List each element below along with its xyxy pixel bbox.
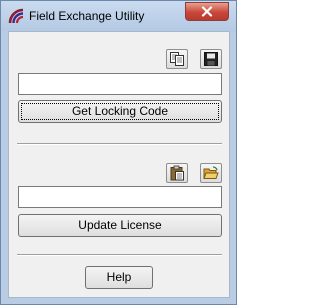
open-button[interactable]: [200, 163, 222, 183]
paste-button[interactable]: [166, 163, 188, 183]
paste-icon: [170, 165, 184, 181]
app-window: Field Exchange Utility Get Locking Code …: [0, 0, 237, 305]
save-icon: [204, 52, 218, 66]
update-license-button[interactable]: Update License: [18, 214, 222, 237]
open-folder-icon: [203, 166, 219, 179]
title-bar[interactable]: Field Exchange Utility: [1, 1, 236, 31]
separator-bottom: [17, 254, 222, 256]
copy-icon: [170, 52, 184, 66]
help-button[interactable]: Help: [85, 266, 153, 289]
separator-top: [17, 143, 222, 145]
close-icon: [201, 6, 213, 17]
license-field[interactable]: [18, 186, 222, 208]
window-title: Field Exchange Utility: [29, 9, 145, 23]
close-button[interactable]: [185, 2, 229, 21]
client-area: Get Locking Code Update License Help: [8, 31, 230, 298]
locking-code-field[interactable]: [18, 73, 222, 95]
app-logo-icon: [8, 8, 24, 24]
copy-button[interactable]: [166, 49, 188, 69]
save-button[interactable]: [200, 49, 222, 69]
get-locking-code-button[interactable]: Get Locking Code: [18, 100, 222, 123]
